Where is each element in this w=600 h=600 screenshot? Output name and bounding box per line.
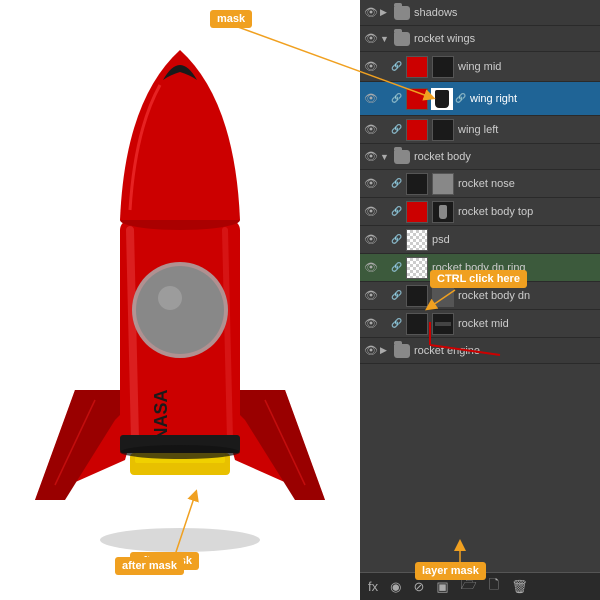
- mask-callout: mask: [210, 10, 252, 28]
- visibility-icon[interactable]: 👁: [362, 259, 380, 277]
- visibility-icon[interactable]: 👁: [362, 315, 380, 333]
- layer-thumbnail: [406, 201, 428, 223]
- new-layer-button[interactable]: 🗋: [485, 574, 503, 600]
- add-style-button[interactable]: ◉: [386, 577, 405, 597]
- expand-arrow[interactable]: ▶: [380, 7, 392, 18]
- visibility-icon[interactable]: 👁: [362, 175, 380, 193]
- fx-button[interactable]: fx: [364, 577, 382, 596]
- folder-icon: [394, 150, 410, 164]
- delete-layer-button[interactable]: 🗑: [507, 577, 532, 597]
- layer-name: rocket wings: [412, 33, 598, 45]
- expand-arrow[interactable]: ▼: [380, 152, 392, 162]
- lock-icon: 🔗: [390, 261, 404, 275]
- visibility-icon[interactable]: 👁: [362, 342, 380, 360]
- mask-thumbnail[interactable]: [432, 173, 454, 195]
- visibility-icon[interactable]: 👁: [362, 4, 380, 22]
- lock-icon: 🔗: [390, 123, 404, 137]
- layer-name: shadows: [412, 7, 598, 19]
- visibility-icon[interactable]: 👁: [362, 121, 380, 139]
- link-icon: 🔗: [454, 92, 468, 106]
- layer-row[interactable]: 👁 ▼ rocket body: [360, 144, 600, 170]
- layer-row[interactable]: 👁 🔗 psd: [360, 226, 600, 254]
- after-mask-callout: after mask: [115, 557, 184, 575]
- visibility-icon[interactable]: 👁: [362, 287, 380, 305]
- lock-icon: 🔗: [390, 233, 404, 247]
- layer-thumbnail: [406, 88, 428, 110]
- layer-thumbnail: [406, 119, 428, 141]
- layer-name: rocket engine: [412, 345, 598, 357]
- layer-thumbnail: [406, 285, 428, 307]
- layer-mask-callout: layer mask: [415, 562, 486, 580]
- lock-icon: 🔗: [390, 317, 404, 331]
- svg-text:NASA: NASA: [151, 389, 171, 440]
- layer-name: rocket mid: [456, 318, 598, 330]
- lock-icon: 🔗: [390, 289, 404, 303]
- visibility-icon[interactable]: 👁: [362, 30, 380, 48]
- expand-arrow[interactable]: ▼: [380, 34, 392, 44]
- layer-name: rocket body top: [456, 206, 598, 218]
- layers-panel: 👁 ▶ shadows 👁 ▼ rocket wings 👁 🔗 wing mi…: [360, 0, 600, 600]
- mask-thumbnail[interactable]: [432, 313, 454, 335]
- layer-thumbnail: [406, 257, 428, 279]
- visibility-icon[interactable]: 👁: [362, 90, 380, 108]
- layer-row[interactable]: 👁 🔗 rocket nose: [360, 170, 600, 198]
- layer-row[interactable]: 👁 🔗 rocket body top: [360, 198, 600, 226]
- mask-thumbnail[interactable]: [432, 201, 454, 223]
- left-panel: NASA after mask: [0, 0, 360, 600]
- layer-row[interactable]: 👁 🔗 rocket mid: [360, 310, 600, 338]
- layer-name: wing mid: [456, 61, 598, 73]
- layer-row[interactable]: 👁 🔗 wing left: [360, 116, 600, 144]
- visibility-icon[interactable]: 👁: [362, 231, 380, 249]
- mask-thumbnail[interactable]: [432, 119, 454, 141]
- lock-icon: 🔗: [390, 177, 404, 191]
- layer-name: wing left: [456, 124, 598, 136]
- layer-thumbnail: [406, 313, 428, 335]
- layer-name: psd: [430, 234, 598, 246]
- layer-name: wing right: [468, 93, 598, 105]
- folder-icon: [394, 6, 410, 20]
- rocket-illustration: NASA: [15, 20, 345, 580]
- layer-row[interactable]: 👁 ▶ rocket engine: [360, 338, 600, 364]
- ctrl-click-callout: CTRL click here: [430, 270, 527, 288]
- lock-icon: 🔗: [390, 60, 404, 74]
- layer-row-wing-right[interactable]: 👁 🔗 🔗 wing right: [360, 82, 600, 116]
- mask-thumbnail-wing-right[interactable]: [431, 88, 453, 110]
- mask-thumbnail[interactable]: [432, 56, 454, 78]
- folder-icon: [394, 344, 410, 358]
- layer-thumbnail: [406, 56, 428, 78]
- visibility-icon[interactable]: 👁: [362, 148, 380, 166]
- lock-icon: 🔗: [390, 92, 404, 106]
- layer-thumbnail: [406, 229, 428, 251]
- folder-icon: [394, 32, 410, 46]
- visibility-icon[interactable]: 👁: [362, 203, 380, 221]
- layer-name: rocket body: [412, 151, 598, 163]
- layer-row[interactable]: 👁 ▼ rocket wings: [360, 26, 600, 52]
- layer-thumbnail: [406, 173, 428, 195]
- layer-name: rocket body dn: [456, 290, 598, 302]
- layer-name: rocket nose: [456, 178, 598, 190]
- lock-icon: 🔗: [390, 205, 404, 219]
- layer-row[interactable]: 👁 ▶ shadows: [360, 0, 600, 26]
- expand-arrow[interactable]: ▶: [380, 345, 392, 356]
- layer-row[interactable]: 👁 🔗 wing mid: [360, 52, 600, 82]
- visibility-icon[interactable]: 👁: [362, 58, 380, 76]
